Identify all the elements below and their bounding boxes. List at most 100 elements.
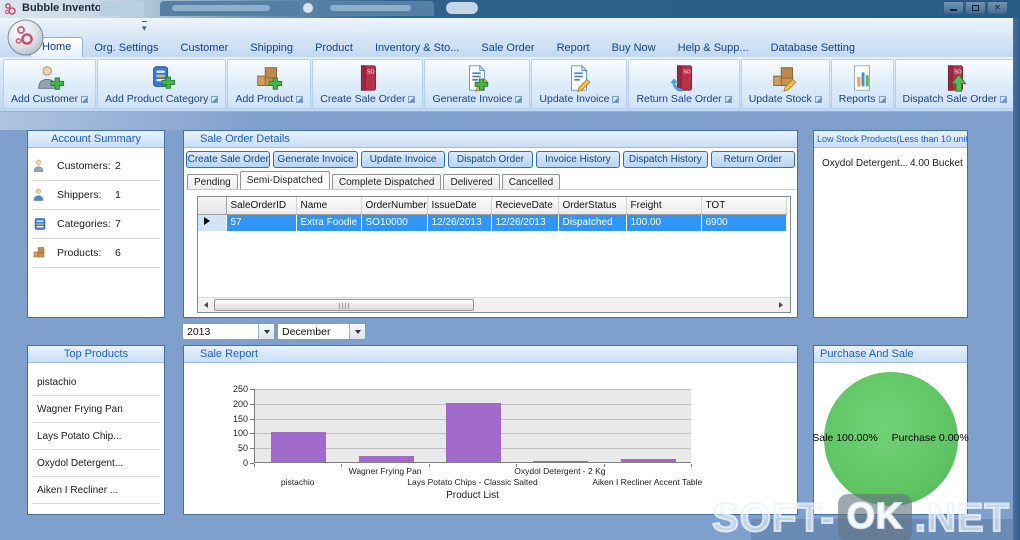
toolbar-create-sale-order-button[interactable]: SOCreate Sale Order: [312, 59, 423, 109]
toolbar-return-sale-order-button[interactable]: SOReturn Sale Order: [628, 59, 739, 109]
grid-horizontal-scrollbar[interactable]: [198, 297, 790, 312]
status-tab-delivered[interactable]: Delivered: [443, 174, 499, 189]
low-stock-item-qty: 4.00 Bucket: [910, 158, 963, 169]
create-sale-order-button[interactable]: Create Sale Order: [186, 151, 270, 168]
pie-labels: Sale 100.00% Purchase 0.00%: [794, 432, 987, 444]
y-tick-mark: [250, 389, 254, 390]
app-window: Bubble Inventory ✕ ▾ HomeOrg. Setti: [0, 0, 1020, 540]
sale-order-book-icon: SO: [353, 63, 383, 93]
toolbar-generate-invoice-button[interactable]: Generate Invoice: [424, 59, 530, 109]
low-stock-title: Low Stock Products(Less than 10 units): [817, 134, 967, 144]
dispatch-order-button[interactable]: Dispatch Order: [448, 151, 532, 168]
toolbar-dispatch-sale-order-button[interactable]: SODispatch Sale Order: [895, 59, 1016, 109]
grid-cell: SO10000: [361, 214, 427, 231]
scroll-right-arrow-icon[interactable]: [773, 298, 788, 312]
account-row-value: 2: [115, 160, 121, 172]
toolbar-reports-button[interactable]: Reports: [831, 59, 894, 109]
status-tab-semi-dispatched[interactable]: Semi-Dispatched: [240, 171, 330, 189]
toolbar-button-text: Return Sale Order: [636, 93, 721, 105]
close-button[interactable]: ✕: [987, 1, 1008, 14]
low-stock-item: Oxydol Detergent... 4.00 Bucket: [814, 148, 967, 169]
gloss-highlight: [0, 112, 340, 130]
book-dispatch-icon: SO: [940, 63, 970, 93]
ribbon-tab-customer[interactable]: Customer: [170, 39, 240, 57]
ribbon-tab-org-settings[interactable]: Org. Settings: [83, 39, 169, 57]
toolbar-update-invoice-button[interactable]: Update Invoice: [531, 59, 627, 109]
toolbar-add-product-button[interactable]: Add Product: [227, 59, 311, 109]
grid-column-header-saleorderid[interactable]: SaleOrderID: [226, 197, 296, 214]
purchase-percentage-label: Purchase 0.00%: [892, 432, 969, 444]
chevron-down-icon[interactable]: [349, 324, 365, 339]
scrollbar-thumb[interactable]: [214, 299, 474, 311]
ribbon-tab-inventory-sto[interactable]: Inventory & Sto...: [364, 39, 470, 57]
grid-column-header-recievedate[interactable]: RecieveDate: [491, 197, 558, 214]
svg-text:SO: SO: [367, 69, 374, 75]
grid-cell: 57: [226, 214, 296, 231]
scroll-left-arrow-icon[interactable]: [198, 298, 213, 312]
toolbar-button-label: Add Product Category: [105, 93, 218, 105]
x-category-label-aiken-i-recliner-accent-table: Aiken I Recliner Accent Table: [557, 477, 737, 487]
toolbar-button-text: Update Stock: [749, 93, 812, 105]
return-order-button[interactable]: Return Order: [711, 151, 795, 168]
toolbar-button-label: Dispatch Sale Order: [903, 93, 1008, 105]
quick-access-chevron-icon[interactable]: ▾: [142, 21, 147, 33]
maximize-button[interactable]: [965, 1, 986, 14]
generate-invoice-button[interactable]: Generate Invoice: [273, 151, 357, 168]
watermark-prefix: SOFT-: [712, 496, 835, 540]
grid-column-header-tot[interactable]: TOT: [701, 197, 786, 214]
dialog-launcher-icon[interactable]: [725, 96, 732, 103]
invoice-edit-icon: [564, 63, 594, 93]
invoice-history-button[interactable]: Invoice History: [536, 151, 620, 168]
ribbon-tab-buy-now[interactable]: Buy Now: [601, 39, 667, 57]
grid-column-header-issuedate[interactable]: IssueDate: [427, 197, 491, 214]
sale-order-status-tabs: PendingSemi-DispatchedComplete Dispatche…: [187, 171, 562, 189]
dialog-launcher-icon[interactable]: [81, 96, 88, 103]
ribbon-tab-database-setting[interactable]: Database Setting: [760, 39, 866, 57]
toolbar-update-stock-button[interactable]: Update Stock: [741, 59, 830, 109]
toolbar-add-customer-button[interactable]: Add Customer: [3, 59, 96, 109]
year-dropdown-value: 2013: [187, 326, 210, 338]
application-orb-button[interactable]: [7, 19, 44, 56]
account-summary-panel: Account Summary Customers:2Shippers:1Cat…: [27, 130, 165, 318]
dialog-launcher-icon[interactable]: [1000, 96, 1007, 103]
grid-column-header-orderstatus[interactable]: OrderStatus: [558, 197, 626, 214]
report-chart-icon: [847, 63, 877, 93]
ribbon-tab-product[interactable]: Product: [304, 39, 364, 57]
sale-order-details-header: Sale Order Details: [184, 131, 797, 148]
status-tab-cancelled[interactable]: Cancelled: [502, 174, 560, 189]
sale-order-grid[interactable]: SaleOrderIDNameOrderNumberIssueDateRecie…: [197, 196, 791, 313]
grid-header-row: SaleOrderIDNameOrderNumberIssueDateRecie…: [198, 197, 786, 214]
account-row-label: Customers:: [57, 160, 115, 172]
dialog-launcher-icon[interactable]: [408, 96, 415, 103]
minimize-button[interactable]: [943, 1, 964, 14]
status-tab-complete-dispatched[interactable]: Complete Dispatched: [332, 174, 442, 189]
chart-plot-area: [254, 389, 691, 463]
ribbon-tab-report[interactable]: Report: [546, 39, 601, 57]
ribbon-tab-shipping[interactable]: Shipping: [239, 39, 304, 57]
dialog-launcher-icon[interactable]: [211, 96, 218, 103]
status-tab-pending[interactable]: Pending: [187, 174, 238, 189]
x-category-label-lays-potato-chips-classic-salted: Lays Potato Chips - Classic Salted: [383, 477, 563, 487]
year-dropdown[interactable]: 2013: [182, 323, 275, 340]
dialog-launcher-icon[interactable]: [612, 96, 619, 103]
ribbon-tab-help-supp[interactable]: Help & Supp...: [667, 39, 760, 57]
grid-column-header-freight[interactable]: Freight: [626, 197, 701, 214]
x-axis-title: Product List: [363, 490, 583, 501]
month-dropdown[interactable]: December: [277, 323, 366, 340]
table-row[interactable]: 57Extra FoodieSO1000012/26/201312/26/201…: [198, 214, 786, 231]
toolbar-button-text: Reports: [839, 93, 876, 105]
dialog-launcher-icon[interactable]: [515, 96, 522, 103]
grid-column-header-ordernumber[interactable]: OrderNumber: [361, 197, 427, 214]
dispatch-history-button[interactable]: Dispatch History: [623, 151, 707, 168]
chevron-down-icon[interactable]: [258, 324, 274, 339]
sale-order-table: SaleOrderIDNameOrderNumberIssueDateRecie…: [198, 197, 787, 231]
toolbar-button-text: Add Customer: [11, 93, 78, 105]
update-invoice-button[interactable]: Update Invoice: [361, 151, 445, 168]
dialog-launcher-icon[interactable]: [815, 96, 822, 103]
grid-column-header-name[interactable]: Name: [296, 197, 361, 214]
toolbar-add-product-category-button[interactable]: Add Product Category: [97, 59, 226, 109]
ribbon-tab-sale-order[interactable]: Sale Order: [470, 39, 545, 57]
dialog-launcher-icon[interactable]: [879, 96, 886, 103]
top-products-header: Top Products: [28, 346, 164, 363]
dialog-launcher-icon[interactable]: [296, 96, 303, 103]
